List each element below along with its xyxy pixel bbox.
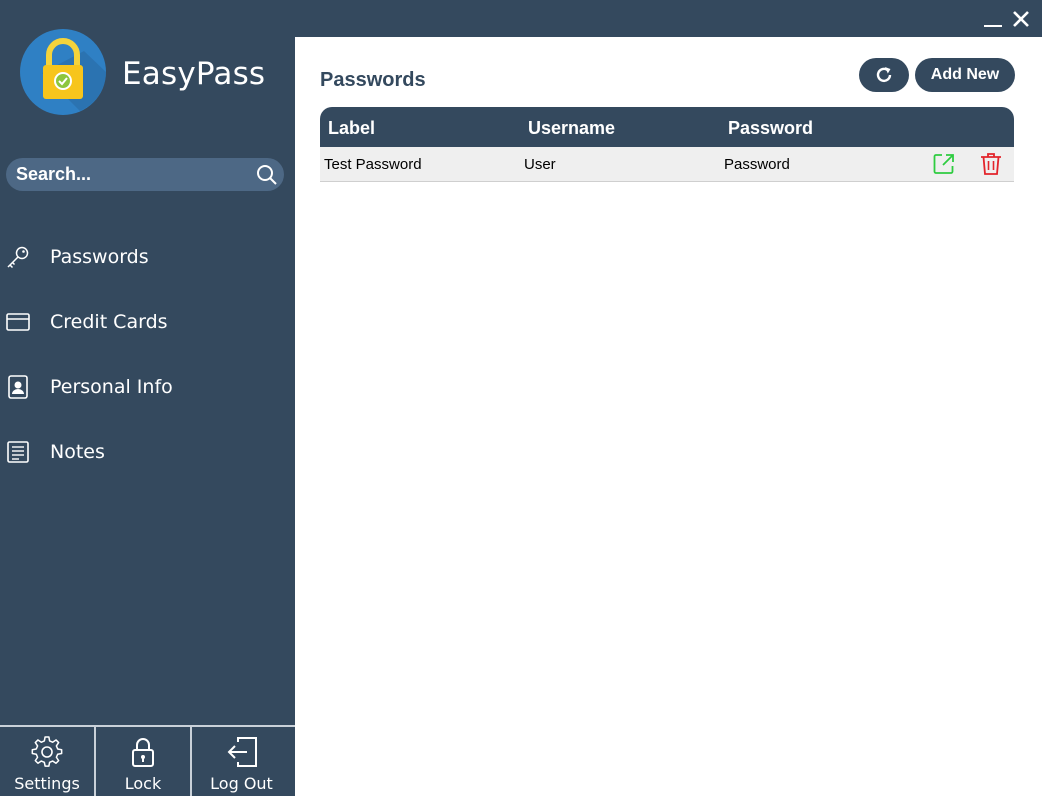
trash-icon[interactable] bbox=[979, 152, 1003, 176]
column-header-username[interactable]: Username bbox=[528, 118, 615, 139]
table-row[interactable]: Test Password User Password bbox=[320, 147, 1014, 182]
cell-label: Test Password bbox=[324, 156, 422, 173]
logout-button[interactable]: Log Out bbox=[192, 727, 291, 796]
refresh-icon bbox=[876, 67, 892, 83]
notes-icon bbox=[6, 440, 30, 464]
sidebar: EasyPass Passwords bbox=[0, 0, 295, 796]
contact-card-icon bbox=[6, 375, 30, 399]
app-name: EasyPass bbox=[122, 56, 266, 92]
cell-username: User bbox=[524, 156, 556, 173]
search-icon[interactable] bbox=[256, 164, 278, 186]
lock-icon bbox=[127, 736, 159, 768]
lock-label: Lock bbox=[124, 774, 162, 793]
sidebar-nav: Passwords Credit Cards Personal Info Not… bbox=[0, 225, 295, 485]
logout-label: Log Out bbox=[210, 774, 273, 793]
sidebar-item-credit-cards[interactable]: Credit Cards bbox=[0, 290, 295, 355]
search-input[interactable] bbox=[16, 158, 256, 191]
sidebar-footer: Settings Lock Log Out bbox=[0, 725, 295, 796]
close-button[interactable] bbox=[1008, 6, 1034, 32]
sidebar-item-notes[interactable]: Notes bbox=[0, 420, 295, 485]
passwords-table: Label Username Password Test Password Us… bbox=[320, 107, 1014, 182]
gear-icon bbox=[31, 736, 63, 768]
close-icon bbox=[1013, 11, 1029, 27]
app-window: EasyPass Passwords bbox=[0, 0, 1042, 796]
credit-card-icon bbox=[6, 310, 30, 334]
table-header: Label Username Password bbox=[320, 107, 1014, 147]
refresh-button[interactable] bbox=[859, 58, 909, 92]
sidebar-item-passwords[interactable]: Passwords bbox=[0, 225, 295, 290]
padlock-check-icon bbox=[20, 29, 106, 115]
column-header-password[interactable]: Password bbox=[728, 118, 813, 139]
sidebar-item-label: Passwords bbox=[50, 246, 149, 268]
sidebar-item-personal-info[interactable]: Personal Info bbox=[0, 355, 295, 420]
page-title: Passwords bbox=[320, 69, 426, 91]
add-new-button[interactable]: Add New bbox=[915, 58, 1015, 92]
settings-button[interactable]: Settings bbox=[0, 727, 96, 796]
minimize-button[interactable] bbox=[980, 6, 1006, 32]
lock-button[interactable]: Lock bbox=[96, 727, 192, 796]
sidebar-item-label: Notes bbox=[50, 441, 105, 463]
sidebar-item-label: Credit Cards bbox=[50, 311, 168, 333]
minimize-icon bbox=[984, 25, 1002, 27]
column-header-label[interactable]: Label bbox=[328, 118, 375, 139]
sidebar-item-label: Personal Info bbox=[50, 376, 173, 398]
settings-label: Settings bbox=[14, 774, 80, 793]
logout-icon bbox=[226, 736, 258, 768]
open-external-icon[interactable] bbox=[932, 152, 956, 176]
key-icon bbox=[6, 245, 30, 269]
main-content: Passwords Add New Label Username Passwor… bbox=[295, 37, 1042, 796]
search-box[interactable] bbox=[6, 158, 284, 191]
cell-password: Password bbox=[724, 156, 790, 173]
